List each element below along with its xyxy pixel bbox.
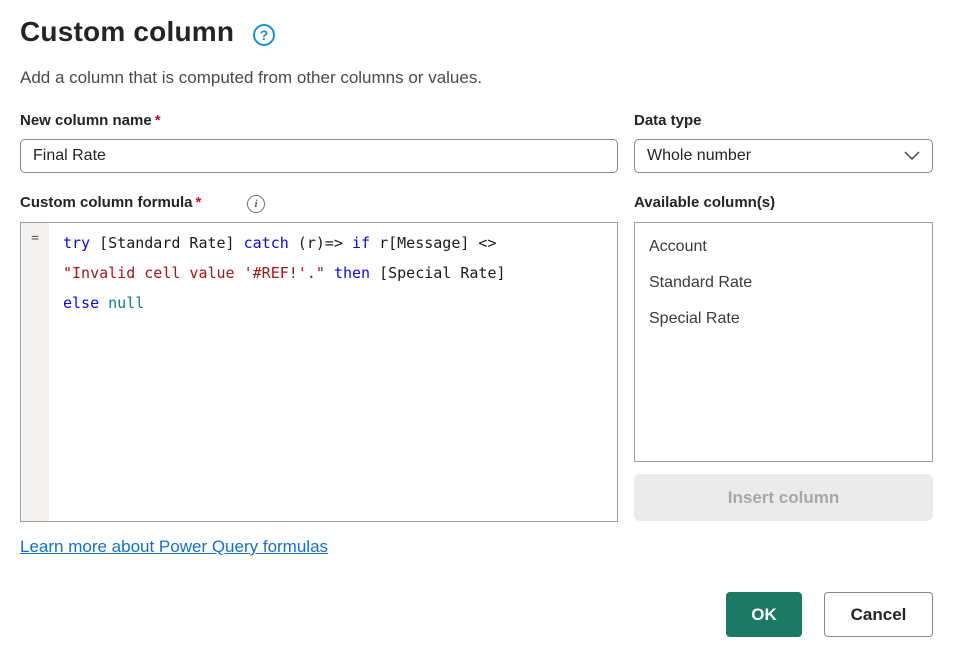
code-segment: if <box>352 234 370 252</box>
formula-code-area[interactable]: try [Standard Rate] catch (r)=> if r[Mes… <box>49 223 617 521</box>
new-column-name-input[interactable] <box>20 139 618 173</box>
available-columns-listbox[interactable]: Account Standard Rate Special Rate <box>634 222 933 462</box>
code-segment: null <box>108 294 144 312</box>
code-segment: catch <box>244 234 289 252</box>
code-segment: then <box>334 264 370 282</box>
code-segment: else <box>63 294 99 312</box>
list-item[interactable]: Account <box>635 229 932 265</box>
formula-line: "Invalid cell value '#REF!'." then [Spec… <box>63 258 617 288</box>
code-segment: try <box>63 234 90 252</box>
chevron-down-icon <box>904 147 920 165</box>
formula-gutter: = <box>21 223 49 521</box>
required-asterisk: * <box>196 194 202 211</box>
available-columns-label: Available column(s) <box>634 194 775 211</box>
help-icon[interactable]: ? <box>253 24 275 46</box>
cancel-button[interactable]: Cancel <box>824 592 933 637</box>
data-type-selected-value: Whole number <box>647 147 751 165</box>
insert-column-button[interactable]: Insert column <box>634 474 933 521</box>
list-item[interactable]: Standard Rate <box>635 265 932 301</box>
custom-column-dialog: Custom column ? Add a column that is com… <box>0 0 959 664</box>
formula-editor[interactable]: = try [Standard Rate] catch (r)=> if r[M… <box>20 222 618 522</box>
code-segment: r[Message] <> <box>370 234 496 252</box>
code-segment: [Standard Rate] <box>90 234 244 252</box>
formula-line: try [Standard Rate] catch (r)=> if r[Mes… <box>63 228 617 258</box>
code-segment: (r)=> <box>289 234 352 252</box>
ok-button[interactable]: OK <box>726 592 802 637</box>
formula-line: else null <box>63 288 617 318</box>
code-segment <box>325 264 334 282</box>
dialog-subtitle: Add a column that is computed from other… <box>20 68 482 88</box>
new-column-name-label-text: New column name <box>20 112 152 129</box>
formula-label: Custom column formula* <box>20 194 201 211</box>
code-segment: "Invalid cell value '#REF!'." <box>63 264 325 282</box>
info-icon[interactable]: i <box>247 195 265 213</box>
page-title: Custom column <box>20 16 234 48</box>
new-column-name-label: New column name* <box>20 112 161 129</box>
code-segment <box>99 294 108 312</box>
formula-label-text: Custom column formula <box>20 194 193 211</box>
data-type-label: Data type <box>634 112 702 129</box>
equals-sign: = <box>31 231 39 246</box>
learn-more-link[interactable]: Learn more about Power Query formulas <box>20 537 328 557</box>
list-item[interactable]: Special Rate <box>635 301 932 337</box>
required-asterisk: * <box>155 112 161 129</box>
data-type-dropdown[interactable]: Whole number <box>634 139 933 173</box>
code-segment: [Special Rate] <box>370 264 505 282</box>
